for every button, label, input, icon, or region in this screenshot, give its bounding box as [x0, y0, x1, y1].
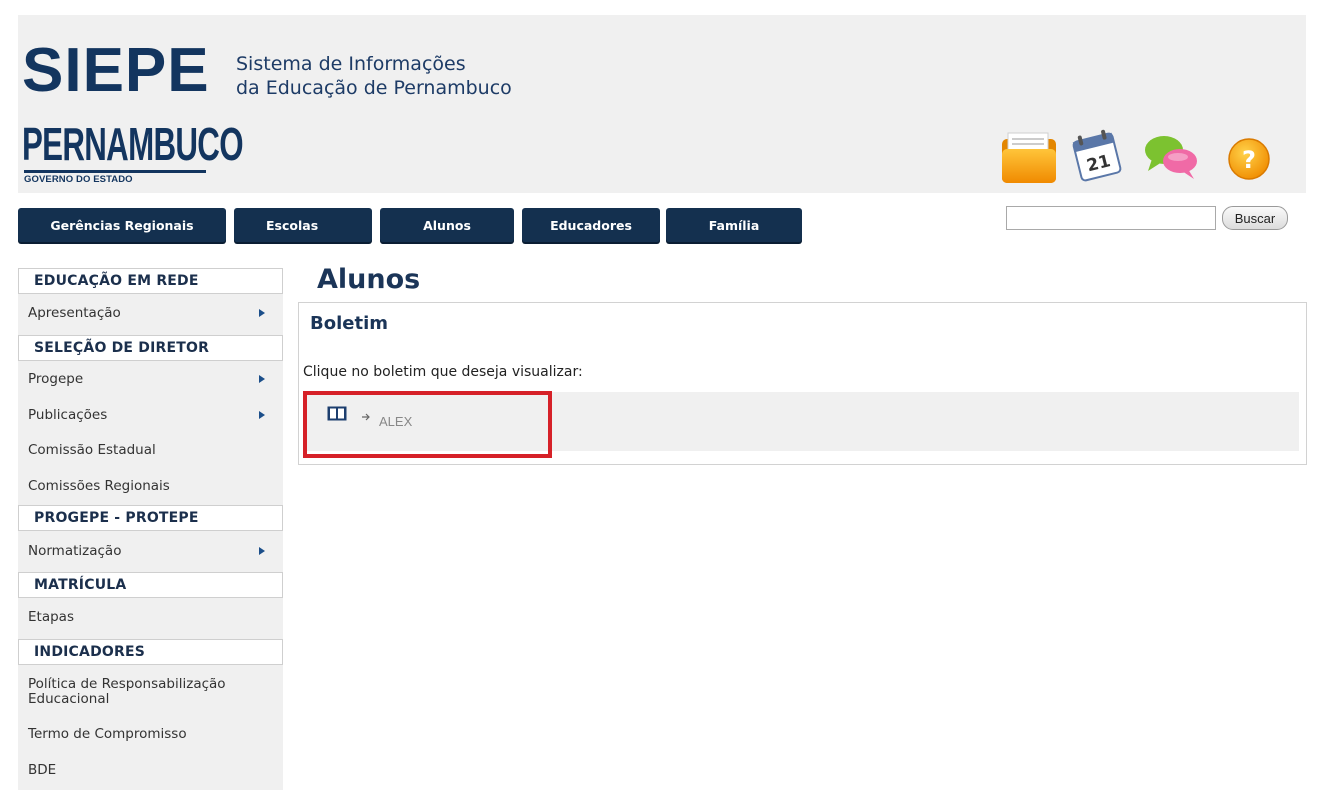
sidebar-item-comissao-estadual[interactable]: Comissão Estadual — [18, 437, 283, 463]
subtitle-line-1: Sistema de Informações — [236, 53, 466, 75]
chat-icon[interactable] — [1142, 127, 1200, 185]
sidebar-item-bde[interactable]: BDE — [18, 757, 283, 783]
sidebar-item-label: Apresentação — [28, 305, 121, 321]
pernambuco-logo: PERNAMBUCO — [22, 118, 244, 170]
sidebar-heading-matricula: MATRÍCULA — [18, 572, 283, 598]
siepe-logo[interactable]: SIEPE — [22, 40, 210, 102]
help-icon[interactable]: ? — [1220, 127, 1278, 185]
folder-icon[interactable] — [1000, 127, 1058, 185]
sidebar-item-normatizacao[interactable]: Normatização — [18, 538, 283, 564]
help-symbol: ? — [1242, 146, 1256, 174]
sidebar-item-label: Etapas — [28, 609, 74, 625]
government-label: GOVERNO DO ESTADO — [24, 174, 133, 185]
sidebar-item-etapas[interactable]: Etapas — [18, 604, 283, 630]
sidebar-item-label: Publicações — [28, 407, 108, 423]
sidebar-heading-indicadores: INDICADORES — [18, 639, 283, 665]
search-button[interactable]: Buscar — [1222, 206, 1288, 230]
calendar-icon[interactable]: 21 — [1068, 127, 1126, 185]
system-subtitle: Sistema de Informações da Educação de Pe… — [236, 52, 512, 100]
sidebar-item-label: Normatização — [28, 543, 122, 559]
nav-familia[interactable]: Família — [666, 208, 802, 242]
sidebar-item-label: Termo de Compromisso — [28, 726, 187, 742]
sidebar-item-label: Comissões Regionais — [28, 478, 170, 494]
sidebar-item-politica-de-responsabilizacao[interactable]: Política de Responsabilização Educaciona… — [18, 677, 298, 707]
submenu-arrow-icon — [259, 547, 265, 555]
logo-divider — [24, 170, 206, 173]
submenu-arrow-icon — [259, 375, 265, 383]
nav-gerencias-regionais[interactable]: Gerências Regionais — [18, 208, 226, 242]
sidebar-item-termo-de-compromisso[interactable]: Termo de Compromisso — [18, 721, 283, 747]
sidebar-item-label: Política de Responsabilização Educaciona… — [28, 676, 226, 707]
sidebar-heading-selecao-de-diretor: SELEÇÃO DE DIRETOR — [18, 335, 283, 361]
section-title: Boletim — [310, 313, 388, 334]
sidebar-item-progepe[interactable]: Progepe — [18, 366, 283, 392]
sidebar-item-publicacoes[interactable]: Publicações — [18, 402, 283, 428]
submenu-arrow-icon — [259, 309, 265, 317]
nav-escolas[interactable]: Escolas — [234, 208, 372, 242]
submenu-arrow-icon — [259, 411, 265, 419]
nav-alunos[interactable]: Alunos — [380, 208, 514, 242]
sidebar-heading-progepe-protepe: PROGEPE - PROTEPE — [18, 505, 283, 531]
sidebar-item-label: Comissão Estadual — [28, 442, 156, 458]
sidebar-item-label: BDE — [28, 762, 57, 778]
nav-educadores[interactable]: Educadores — [522, 208, 660, 242]
sidebar-item-comissoes-regionais[interactable]: Comissões Regionais — [18, 473, 283, 499]
sidebar-heading-educacao-em-rede: EDUCAÇÃO EM REDE — [18, 268, 283, 294]
sidebar-item-label: Progepe — [28, 371, 84, 387]
sidebar-item-apresentacao[interactable]: Apresentação — [18, 300, 283, 326]
page-title: Alunos — [317, 264, 421, 295]
highlight-box — [303, 391, 552, 458]
instruction-text: Clique no boletim que deseja visualizar: — [303, 364, 583, 380]
search-input[interactable] — [1006, 206, 1216, 230]
subtitle-line-2: da Educação de Pernambuco — [236, 77, 512, 99]
